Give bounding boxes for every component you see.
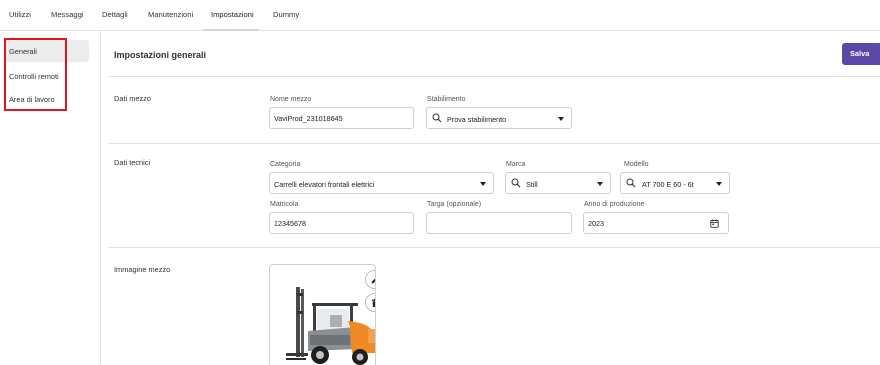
modello-select[interactable]: AT 700 E 60 - 6t	[620, 172, 730, 194]
divider	[108, 76, 880, 77]
nome-mezzo-input[interactable]	[269, 107, 414, 129]
matricola-label: Matricola	[270, 201, 299, 208]
targa-input[interactable]	[426, 212, 572, 234]
highlight-annotation-box	[4, 38, 67, 111]
marca-value: Still	[526, 180, 538, 189]
chevron-down-icon	[480, 182, 486, 186]
chevron-down-icon	[558, 117, 564, 121]
group-label-immagine-mezzo: Immagine mezzo	[114, 265, 171, 274]
group-label-dati-tecnici: Dati tecnici	[114, 158, 151, 167]
categoria-select[interactable]: Carrelli elevatori frontali elettrici	[269, 172, 494, 194]
image-card-corner	[360, 264, 376, 286]
search-icon	[432, 113, 442, 123]
anno-input[interactable]	[583, 212, 729, 234]
modello-label: Modello	[624, 161, 649, 168]
categoria-value: Carrelli elevatori frontali elettrici	[274, 180, 375, 189]
divider	[108, 247, 880, 248]
marca-select[interactable]: Still	[505, 172, 611, 194]
page-title: Impostazioni generali	[114, 50, 207, 60]
tab-manutenzioni[interactable]: Manutenzioni	[148, 10, 193, 19]
forklift-image	[286, 287, 375, 365]
tab-utilizzi[interactable]: Utilizzi	[9, 10, 31, 19]
search-icon	[511, 178, 521, 188]
modello-value: AT 700 E 60 - 6t	[642, 180, 694, 189]
matricola-input[interactable]	[269, 212, 414, 234]
trash-icon	[372, 298, 375, 307]
group-label-dati-mezzo: Dati mezzo	[114, 94, 151, 103]
divider	[108, 143, 880, 144]
sidebar-divider	[100, 31, 101, 365]
active-tab-indicator	[203, 29, 259, 31]
targa-label: Targa (opzionale)	[427, 201, 482, 208]
marca-label: Marca	[506, 161, 526, 168]
chevron-down-icon	[597, 182, 603, 186]
nome-mezzo-label: Nome mezzo	[270, 96, 312, 103]
tab-dettagli[interactable]: Dettagli	[102, 10, 128, 19]
stabilimento-select[interactable]: Prova stabilimento	[426, 107, 572, 129]
stabilimento-value: Prova stabilimento	[447, 115, 507, 124]
save-button[interactable]: Salva	[842, 43, 880, 65]
tab-messaggi[interactable]: Messaggi	[51, 10, 84, 19]
chevron-down-icon	[716, 182, 722, 186]
calendar-icon[interactable]	[710, 219, 719, 228]
categoria-label: Categoria	[270, 161, 301, 168]
tab-impostazioni[interactable]: Impostazioni	[211, 10, 254, 19]
top-tab-bar: Utilizzi Messaggi Dettagli Manutenzioni …	[0, 0, 880, 31]
anno-label: Anno di produzione	[584, 201, 645, 208]
search-icon	[626, 178, 636, 188]
tab-dummy[interactable]: Dummy	[273, 10, 299, 19]
stabilimento-label: Stabilimento	[427, 96, 466, 103]
